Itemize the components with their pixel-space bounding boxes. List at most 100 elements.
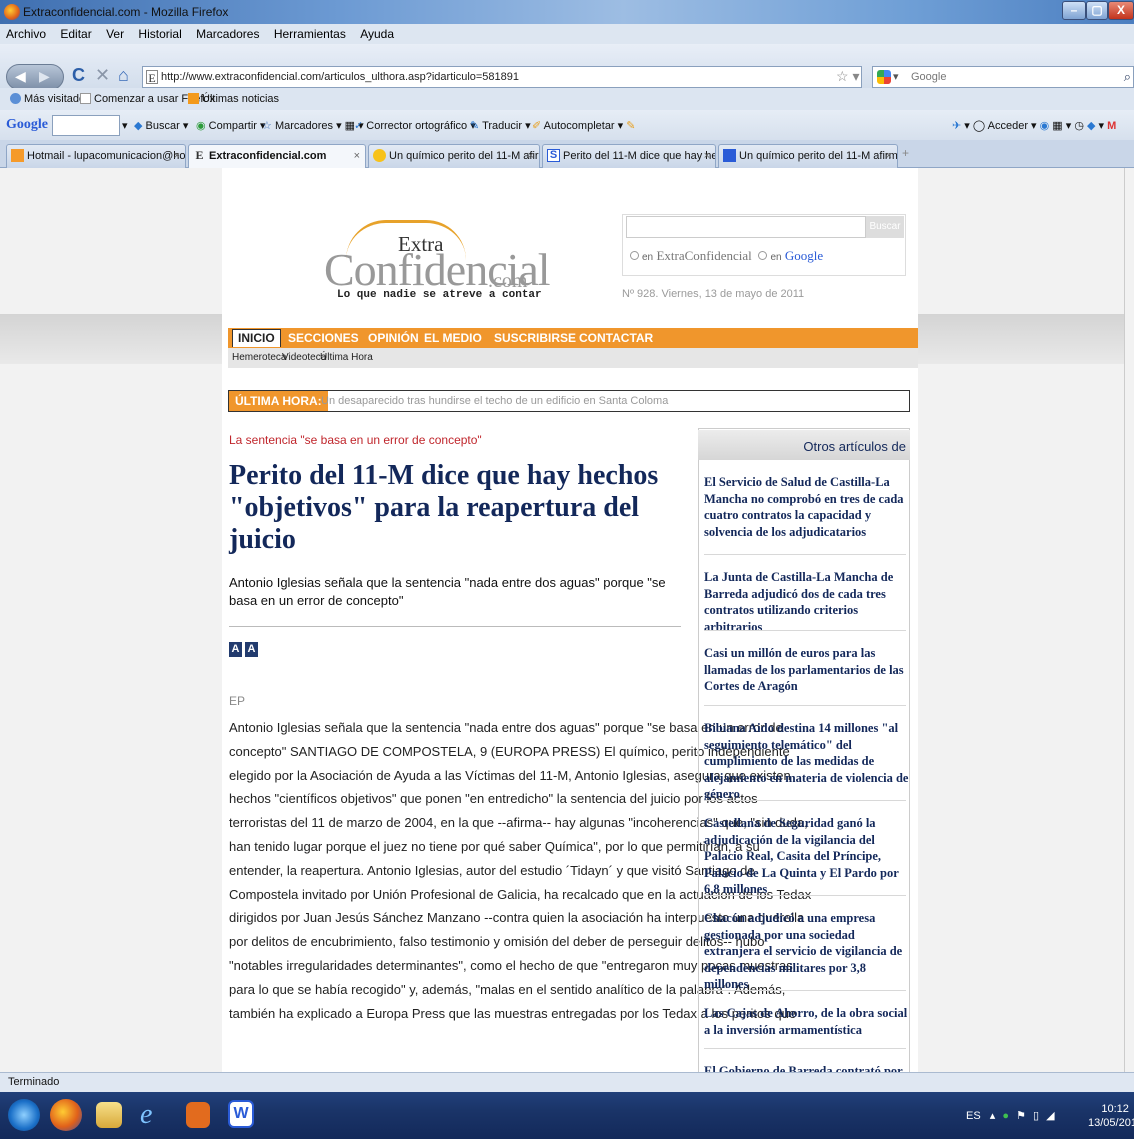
- tab-close-icon[interactable]: ×: [886, 145, 892, 167]
- toolbar-marcadores[interactable]: ☆ Marcadores ▾ ▦ ▾: [262, 119, 364, 132]
- tab-close-icon[interactable]: ×: [528, 145, 534, 167]
- home-icon[interactable]: ⌂: [118, 65, 129, 86]
- nav-suscribirse[interactable]: SUSCRIBIRSE: [494, 331, 576, 345]
- rss-icon: [188, 93, 199, 104]
- bookmark-label: Últimas noticias: [202, 93, 280, 105]
- search-icon[interactable]: ⌕: [1124, 67, 1131, 87]
- related-link[interactable]: Casi un millón de euros para las llamada…: [704, 645, 910, 695]
- nav-secciones[interactable]: SECCIONES: [288, 331, 359, 345]
- nav-el-medio[interactable]: EL MEDIO: [424, 331, 482, 345]
- tab-hotmail[interactable]: Hotmail - lupacomunicacion@hot... ×: [6, 144, 186, 168]
- radio-label: Google: [784, 248, 824, 263]
- url-bar[interactable]: E http://www.extraconfidencial.com/artic…: [142, 66, 862, 88]
- s-icon: S: [547, 149, 560, 162]
- radio-google[interactable]: [758, 251, 768, 260]
- menu-ayuda[interactable]: Ayuda: [360, 27, 394, 41]
- folder-icon[interactable]: [96, 1102, 122, 1128]
- toolbar-label: Traducir: [482, 120, 523, 132]
- flag-tray-icon[interactable]: ⚑: [1016, 1110, 1026, 1122]
- font-increase-button[interactable]: A: [229, 642, 242, 657]
- body-line: hechos "científicos objetivos" que ponen…: [229, 791, 758, 807]
- start-button-icon[interactable]: [8, 1099, 40, 1131]
- related-link[interactable]: Bibiana Aido destina 14 millones "al seg…: [704, 720, 910, 803]
- tray-arrow-icon[interactable]: ▴: [990, 1110, 996, 1122]
- search-bar[interactable]: ▾ Google ⌕: [872, 66, 1134, 88]
- nav-opinion[interactable]: OPINIÓN: [368, 331, 419, 345]
- related-link[interactable]: La Junta de Castilla-La Mancha de Barred…: [704, 569, 910, 635]
- tab-close-icon[interactable]: ×: [704, 145, 710, 167]
- window-title: Extraconfidencial.com - Mozilla Firefox: [23, 5, 229, 19]
- menu-historial[interactable]: Historial: [138, 27, 181, 41]
- clock-time: 10:12: [1101, 1103, 1129, 1115]
- word-icon[interactable]: W: [228, 1100, 254, 1128]
- buscar-icon: ◆: [134, 120, 143, 132]
- engine-dropdown-icon[interactable]: ▾: [893, 67, 899, 87]
- related-link[interactable]: El Gobierno de Barreda contrató por más: [704, 1063, 910, 1072]
- minimize-button[interactable]: –: [1062, 1, 1086, 20]
- reload-icon[interactable]: C: [72, 65, 85, 86]
- radio-extraconfidencial[interactable]: [630, 251, 639, 260]
- back-forward-button[interactable]: ◀ ▶: [6, 64, 64, 90]
- bookmark-ultimas-noticias[interactable]: Últimas noticias: [188, 93, 279, 105]
- body-line: Compostela invitado por Unión Profesiona…: [229, 886, 812, 902]
- clock[interactable]: 10:12 13/05/2011: [1088, 1102, 1134, 1130]
- article-lead: Antonio Iglesias señala que la sentencia…: [229, 575, 666, 608]
- toolbar-corrector[interactable]: ✓ Corrector ortográfico ▾: [354, 119, 476, 132]
- tab-close-icon[interactable]: ×: [174, 145, 180, 167]
- nav-inicio[interactable]: INICIO: [232, 329, 281, 347]
- divider: [704, 630, 906, 631]
- new-tab-icon[interactable]: +: [902, 146, 909, 160]
- menu-marcadores[interactable]: Marcadores: [196, 27, 259, 41]
- nav-contactar[interactable]: CONTACTAR: [579, 331, 653, 345]
- toolbar-label: Marcadores: [274, 120, 334, 132]
- menu-archivo[interactable]: Archivo: [6, 27, 46, 41]
- related-link[interactable]: El Servicio de Salud de Castilla-La Manc…: [704, 474, 910, 540]
- body-line: Antonio Iglesias señala que la sentencia…: [229, 720, 783, 735]
- battery-tray-icon[interactable]: ▯: [1033, 1110, 1039, 1122]
- tab-perito[interactable]: SPerito del 11-M dice que hay hecho...×: [542, 144, 716, 168]
- toolbar-autocompletar[interactable]: ✐ Autocompletar ▾ ✎: [532, 119, 635, 132]
- maximize-button[interactable]: ▢: [1086, 1, 1108, 20]
- google-toolbar-input[interactable]: [52, 115, 120, 136]
- tab-quimico-1[interactable]: Un químico perito del 11-M afirma ...×: [368, 144, 540, 168]
- page-icon: [80, 93, 91, 104]
- network-tray-icon[interactable]: ●: [1002, 1110, 1009, 1122]
- toolbar-buscar[interactable]: ◆ Buscar ▾: [134, 119, 188, 132]
- star-icon: ☆: [262, 120, 272, 132]
- stop-icon[interactable]: ✕: [95, 65, 110, 86]
- search-placeholder: Google: [911, 71, 947, 83]
- font-decrease-button[interactable]: A: [245, 642, 258, 657]
- firefox-taskbar-icon[interactable]: [50, 1099, 82, 1131]
- ie-icon[interactable]: e: [140, 1099, 172, 1131]
- scrollbar[interactable]: [1124, 168, 1134, 1072]
- tab-quimico-2[interactable]: Un químico perito del 11-M afirma ...×: [718, 144, 898, 168]
- toolbar-acceder[interactable]: ✈ ▾ ◯ Acceder ▾ ◉ ▦ ▾ ◷ ◆ ▾ M: [952, 119, 1116, 132]
- volume-tray-icon[interactable]: ◢: [1046, 1110, 1054, 1122]
- bookmark-mas-visitados[interactable]: Más visitados: [10, 93, 91, 105]
- toolbar-compartir[interactable]: ◉ Compartir ▾: [196, 119, 266, 132]
- firefox-icon: [4, 4, 20, 20]
- body-line: terroristas del 11 de marzo de 2004, en …: [229, 815, 808, 831]
- tab-close-icon[interactable]: ×: [354, 145, 360, 167]
- close-button[interactable]: X: [1108, 1, 1134, 20]
- toolbar-traducir[interactable]: ✎ Traducir ▾: [470, 119, 531, 132]
- subnav-hemeroteca[interactable]: Hemeroteca: [232, 352, 286, 363]
- bookmark-icon: [10, 93, 21, 104]
- related-link[interactable]: Chacón adjudicó a una empresa gestionada…: [704, 910, 910, 993]
- menu-herramientas[interactable]: Herramientas: [274, 27, 346, 41]
- subnav-ultima-hora[interactable]: Última Hora: [320, 352, 373, 363]
- breaking-news-text[interactable]: Un desaparecido tras hundirse el techo d…: [321, 395, 668, 407]
- menu-ver[interactable]: Ver: [106, 27, 124, 41]
- tab-extraconfidencial[interactable]: E Extraconfidencial.com ×: [188, 144, 366, 169]
- page-viewport: Extra Confidencial .com Lo que nadie se …: [0, 168, 1134, 1072]
- site-search-button[interactable]: Buscar: [866, 216, 904, 238]
- related-link[interactable]: Las Cajas de Ahorro, de la obra social a…: [704, 1005, 910, 1038]
- media-player-icon[interactable]: [186, 1102, 210, 1128]
- related-link[interactable]: Castellana de Seguridad ganó la adjudica…: [704, 815, 910, 898]
- bookmark-star-icon[interactable]: ☆ ▾: [836, 68, 859, 85]
- site-search-input[interactable]: [626, 216, 866, 238]
- toolbar-dropdown-icon[interactable]: ▾: [122, 119, 128, 132]
- menu-editar[interactable]: Editar: [60, 27, 91, 41]
- language-indicator[interactable]: ES: [966, 1110, 981, 1122]
- google-logo: Google: [6, 117, 48, 132]
